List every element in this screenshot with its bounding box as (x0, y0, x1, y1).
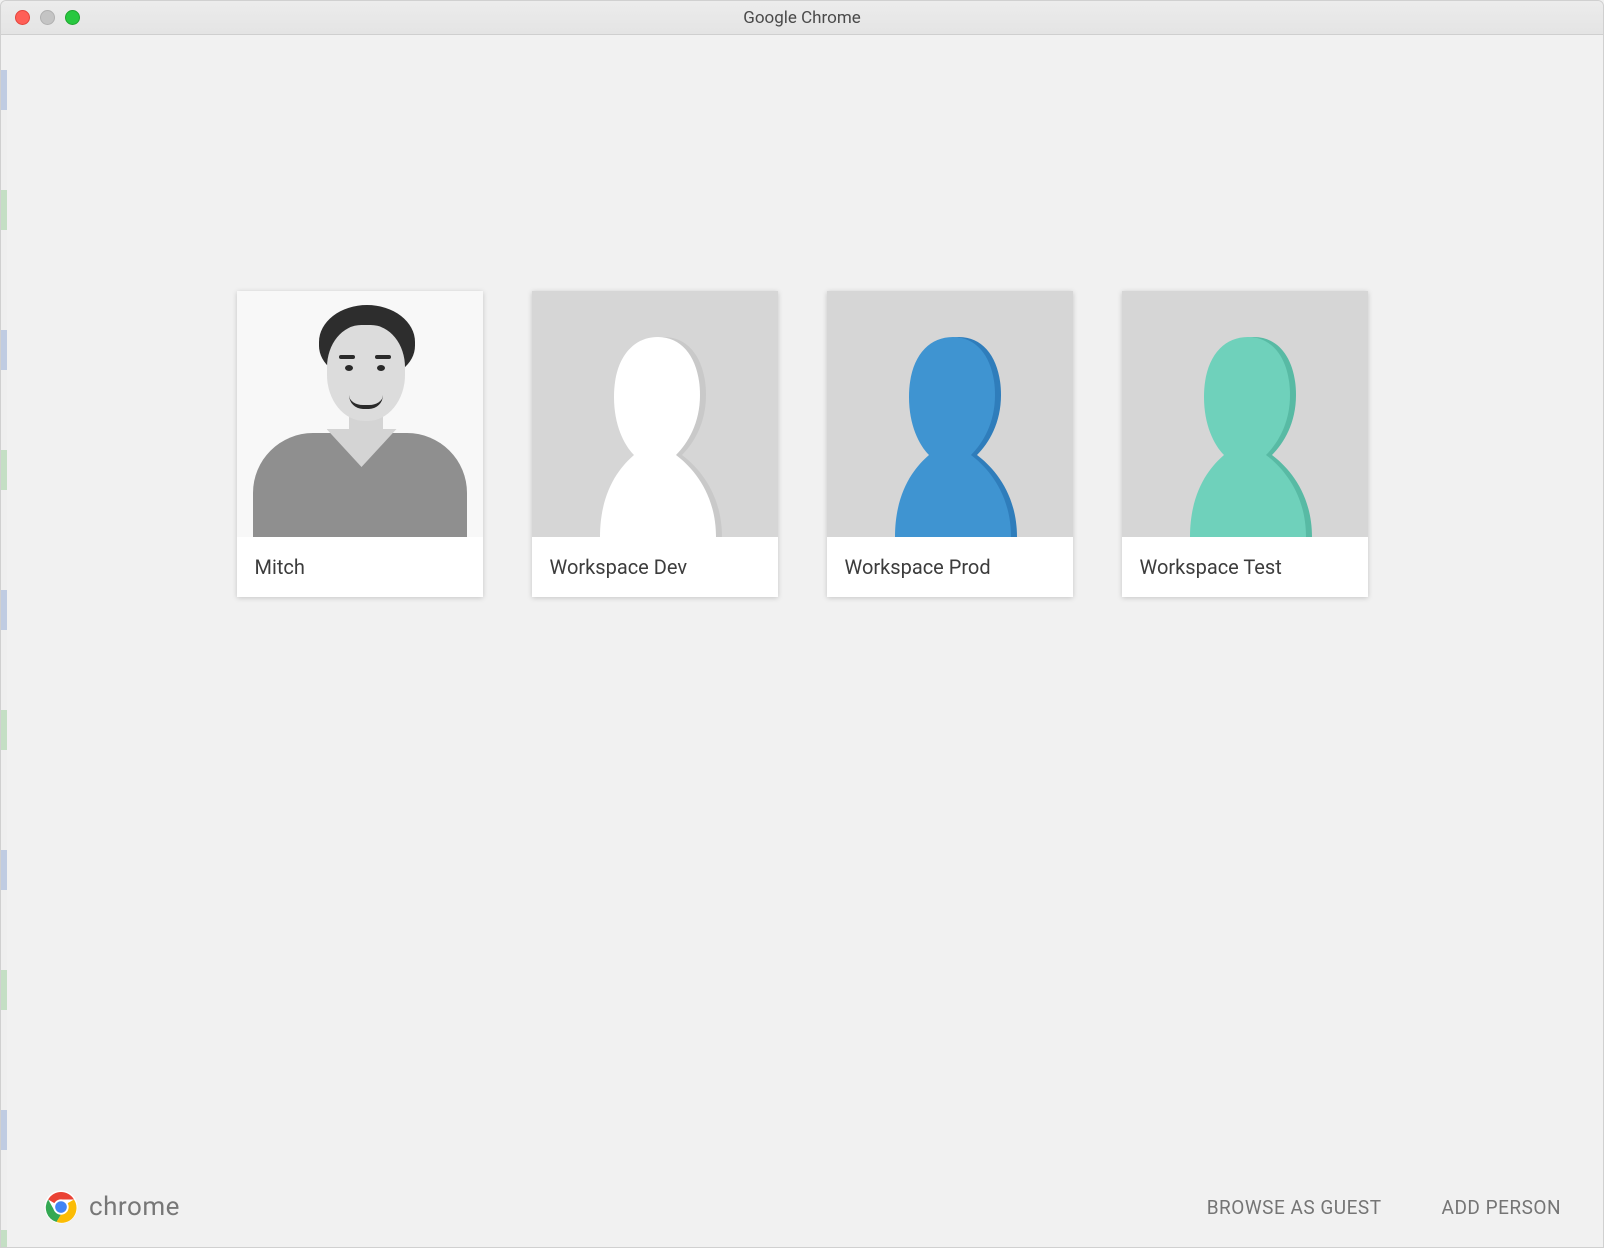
background-edge-strip (1, 70, 7, 1247)
profile-card-workspace-prod[interactable]: Workspace Prod (827, 291, 1073, 597)
minimize-icon[interactable] (40, 10, 55, 25)
window: Google Chrome (0, 0, 1604, 1248)
brand-label: chrome (89, 1192, 180, 1222)
avatar-photo (237, 291, 483, 537)
window-title: Google Chrome (1, 8, 1603, 28)
footer: chrome BROWSE AS GUEST ADD PERSON (1, 1189, 1603, 1225)
brand: chrome (43, 1189, 180, 1225)
content-area: Mitch Workspace Dev (1, 35, 1603, 1247)
generic-avatar-icon (532, 291, 778, 537)
profile-name: Workspace Test (1122, 537, 1368, 597)
profile-card-workspace-dev[interactable]: Workspace Dev (532, 291, 778, 597)
avatar (532, 291, 778, 537)
avatar (827, 291, 1073, 537)
footer-actions: BROWSE AS GUEST ADD PERSON (1207, 1196, 1561, 1219)
profile-name: Workspace Prod (827, 537, 1073, 597)
profile-card-mitch[interactable]: Mitch (237, 291, 483, 597)
profile-card-workspace-test[interactable]: Workspace Test (1122, 291, 1368, 597)
titlebar: Google Chrome (1, 1, 1603, 35)
avatar (1122, 291, 1368, 537)
generic-avatar-icon (1122, 291, 1368, 537)
chrome-logo-icon (43, 1189, 79, 1225)
profile-name: Mitch (237, 537, 483, 597)
generic-avatar-icon (827, 291, 1073, 537)
avatar (237, 291, 483, 537)
profile-grid: Mitch Workspace Dev (1, 291, 1603, 597)
close-icon[interactable] (15, 10, 30, 25)
browse-as-guest-button[interactable]: BROWSE AS GUEST (1207, 1196, 1382, 1219)
maximize-icon[interactable] (65, 10, 80, 25)
add-person-button[interactable]: ADD PERSON (1442, 1196, 1561, 1219)
traffic-lights (15, 10, 80, 25)
profile-name: Workspace Dev (532, 537, 778, 597)
